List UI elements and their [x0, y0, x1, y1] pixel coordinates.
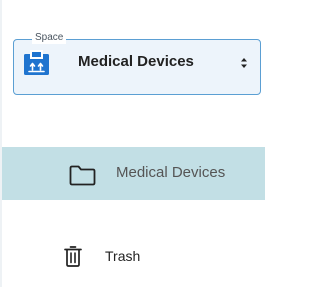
space-box-icon [24, 50, 49, 75]
trash-icon [64, 245, 82, 267]
space-selector[interactable]: Space Medical Devices [13, 32, 261, 95]
up-down-chevron-icon [240, 57, 248, 69]
nav-item-trash[interactable]: Trash [2, 235, 265, 277]
nav-item-label: Medical Devices [116, 164, 226, 181]
space-label: Space [32, 32, 67, 44]
folder-icon [69, 165, 96, 186]
nav-item-label: Trash [105, 248, 141, 264]
selected-space-name: Medical Devices [78, 53, 194, 70]
nav-item-medical-devices[interactable]: Medical Devices [2, 147, 265, 200]
